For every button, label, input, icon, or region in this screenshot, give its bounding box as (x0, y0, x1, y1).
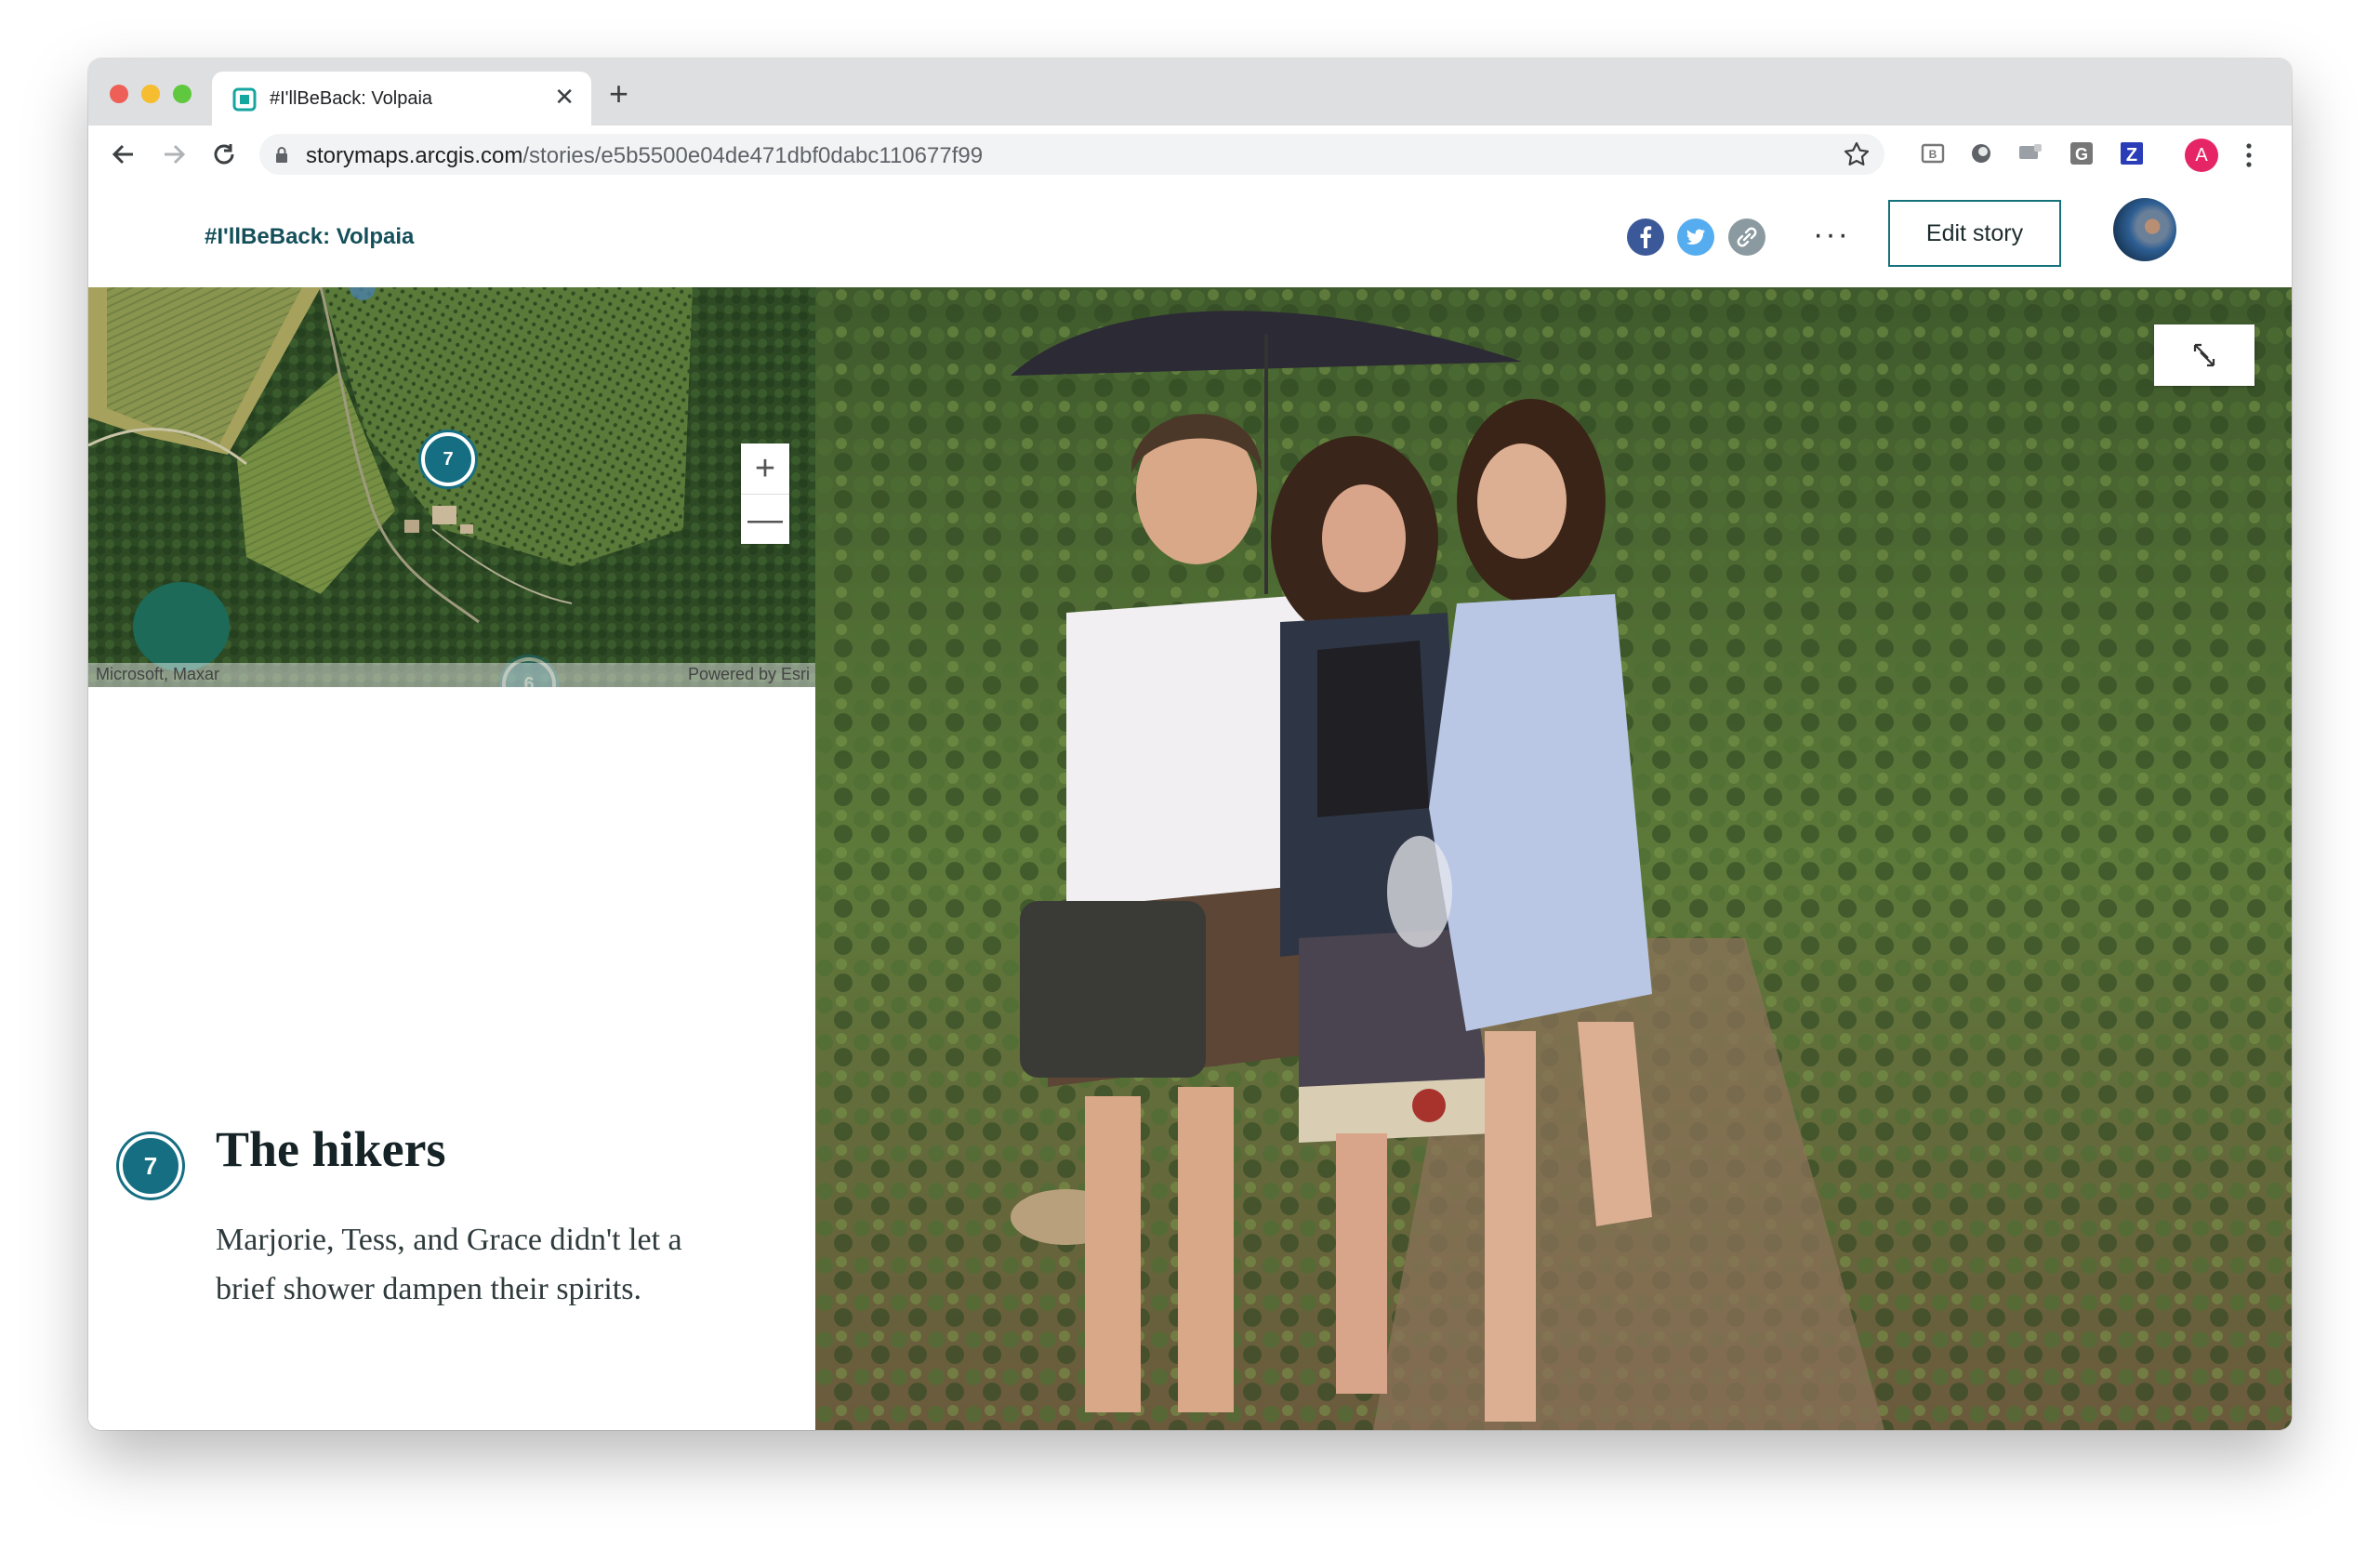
storymaps-favicon-icon (232, 87, 257, 112)
zoom-in-button[interactable]: + (741, 444, 789, 494)
zoom-out-button[interactable]: — (741, 494, 789, 545)
extension-circle-icon[interactable] (1968, 140, 1994, 166)
story-page: #I'llBeBack: Volpaia ··· Edit story 7 6 … (88, 183, 2292, 1430)
browser-tab-active[interactable]: #I'llBeBack: Volpaia ✕ (212, 72, 591, 126)
edit-story-button[interactable]: Edit story (1888, 200, 2061, 267)
powered-by-esri[interactable]: Powered by Esri (688, 665, 810, 684)
url-path: /stories/e5b5500e04de471dbf0dabc110677f9… (522, 143, 984, 168)
svg-text:G: G (2075, 145, 2088, 164)
svg-text:Z: Z (2126, 145, 2137, 165)
close-window-button[interactable] (110, 85, 128, 103)
bookmark-star-icon[interactable] (1842, 139, 1871, 169)
extension-grammarly-icon[interactable]: G (2069, 140, 2095, 166)
tab-title: #I'llBeBack: Volpaia (270, 88, 433, 109)
user-avatar[interactable] (2113, 198, 2176, 261)
slide-title: The hikers (216, 1121, 446, 1177)
map-attribution: Microsoft, Maxar Powered by Esri (88, 663, 815, 687)
profile-avatar[interactable]: A (2185, 139, 2218, 172)
map-marker-7[interactable]: 7 (421, 432, 475, 486)
story-header: #I'llBeBack: Volpaia ··· Edit story (88, 183, 2292, 288)
browser-menu-icon[interactable] (2244, 142, 2254, 168)
expand-fullscreen-button[interactable] (2154, 324, 2254, 386)
reload-icon[interactable] (207, 138, 241, 171)
map-panel[interactable]: 7 6 + — Microsoft, Maxar Powered by Esri (88, 287, 815, 687)
facebook-share-icon[interactable] (1627, 218, 1664, 256)
narrative-panel (88, 687, 815, 1430)
url-domain: storymaps.arcgis.com (306, 143, 523, 168)
extension-screen-icon[interactable] (2017, 140, 2043, 166)
copy-link-icon[interactable] (1728, 218, 1765, 256)
expand-icon (2193, 343, 2215, 367)
slide-body-text: Marjorie, Tess, and Grace didn't let a b… (216, 1223, 682, 1306)
twitter-share-icon[interactable] (1677, 218, 1714, 256)
slide-number-badge: 7 (119, 1134, 182, 1198)
extension-bookmark-icon[interactable]: B (1920, 140, 1946, 166)
lock-icon (276, 147, 287, 163)
minimize-window-button[interactable] (141, 85, 160, 103)
new-tab-button[interactable]: + (609, 77, 628, 111)
extension-zotero-icon[interactable]: Z (2119, 140, 2145, 166)
browser-window: #I'llBeBack: Volpaia ✕ + storymaps.arcgi… (88, 59, 2292, 1430)
tab-strip: #I'llBeBack: Volpaia ✕ + (88, 59, 2292, 126)
address-bar[interactable]: storymaps.arcgis.com/stories/e5b5500e04d… (259, 134, 1884, 175)
map-attribution-source: Microsoft, Maxar (96, 665, 220, 683)
hikers-photo-image (815, 287, 2292, 1430)
satellite-map-image (88, 287, 815, 687)
back-arrow-icon[interactable] (107, 138, 140, 171)
map-zoom-controls: + — (741, 444, 789, 544)
browser-toolbar: storymaps.arcgis.com/stories/e5b5500e04d… (88, 126, 2292, 185)
maximize-window-button[interactable] (173, 85, 192, 103)
more-options-button[interactable]: ··· (1813, 217, 1850, 253)
tab-close-icon[interactable]: ✕ (554, 83, 575, 111)
story-photo (815, 287, 2292, 1430)
svg-text:B: B (1929, 148, 1937, 161)
story-title[interactable]: #I'llBeBack: Volpaia (205, 224, 414, 250)
url-text: storymaps.arcgis.com/stories/e5b5500e04d… (306, 143, 983, 169)
forward-arrow-icon[interactable] (157, 138, 191, 171)
